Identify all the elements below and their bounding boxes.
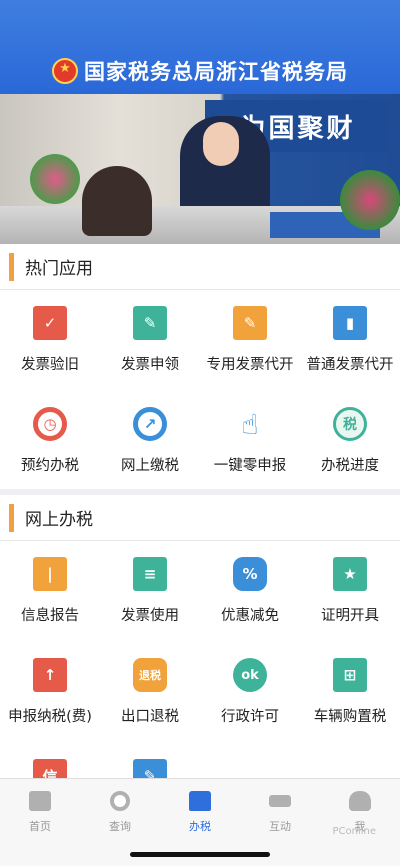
- app-header: 国家税务总局浙江省税务局: [0, 0, 400, 94]
- banner-flowers: [340, 170, 400, 230]
- tax-progress-icon: 税: [333, 407, 367, 441]
- app-label: 专用发票代开: [206, 357, 294, 373]
- app-invoice-use[interactable]: ≡ 发票使用: [100, 541, 200, 642]
- app-label: 行政许可: [221, 709, 279, 725]
- app-label: 一键零申报: [213, 458, 287, 474]
- discount-ticket-icon: %: [233, 557, 267, 591]
- app-label: 普通发票代开: [306, 357, 394, 373]
- credit-icon: 信: [33, 759, 67, 778]
- app-label: 证明开具: [321, 608, 379, 624]
- app-label: 出口退税: [121, 709, 179, 725]
- app-label: 申报纳税(费): [8, 709, 92, 725]
- app-label: 网上缴税: [121, 458, 179, 474]
- app-info-report[interactable]: | 信息报告: [0, 541, 100, 642]
- declare-icon: ↑: [33, 658, 67, 692]
- tax-emblem-icon: [52, 58, 78, 84]
- app-discount[interactable]: % 优惠减免: [200, 541, 300, 642]
- app-appointment[interactable]: ◷ 预约办税: [0, 391, 100, 492]
- edit-icon: ✎: [233, 306, 267, 340]
- invoice-use-icon: ≡: [133, 557, 167, 591]
- app-zero-declare[interactable]: ☝ 一键零申报: [200, 391, 300, 492]
- user-icon: [349, 791, 371, 811]
- section-title: 网上办税: [25, 510, 93, 530]
- app-admin-license[interactable]: ok 行政许可: [200, 642, 300, 743]
- certificate-icon: ★: [333, 557, 367, 591]
- document-icon: ▮: [333, 306, 367, 340]
- section-accent-bar: [9, 252, 14, 281]
- section-header: 热门应用: [0, 244, 400, 290]
- app-invoice-apply[interactable]: ✎ 发票申领: [100, 290, 200, 391]
- tab-label: 互动: [269, 820, 291, 833]
- home-icon: [189, 791, 211, 811]
- hero-banner[interactable]: 为国聚财: [0, 94, 400, 244]
- app-label: 预约办税: [21, 458, 79, 474]
- header-title-row: 国家税务总局浙江省税务局: [0, 54, 400, 88]
- home-monitor-icon: [29, 791, 51, 811]
- ok-icon: ok: [233, 658, 267, 692]
- watermark: PConline: [332, 826, 376, 837]
- tab-label: 办税: [189, 820, 211, 833]
- banner-customer-figure: [82, 166, 152, 236]
- info-report-icon: |: [33, 557, 67, 591]
- tab-me[interactable]: 我: [320, 779, 400, 866]
- form-edit-icon: ✎: [133, 759, 167, 778]
- app-vehicle-tax[interactable]: ⊞ 车辆购置税: [300, 642, 400, 743]
- vehicle-tax-icon: ⊞: [333, 658, 367, 692]
- compass-icon: ↗: [133, 407, 167, 441]
- app-declare-tax[interactable]: ↑ 申报纳税(费): [0, 642, 100, 743]
- clock-icon: ◷: [33, 407, 67, 441]
- app-special-invoice[interactable]: ✎ 专用发票代开: [200, 290, 300, 391]
- tap-hand-icon: ☝: [241, 407, 259, 441]
- app-certificate[interactable]: ★ 证明开具: [300, 541, 400, 642]
- tax-refund-icon: 退税: [133, 658, 167, 692]
- tab-label: 首页: [29, 820, 51, 833]
- banner-staff-face: [203, 122, 239, 166]
- home-indicator[interactable]: [130, 852, 270, 857]
- app-label: 办税进度: [321, 458, 379, 474]
- app-credit[interactable]: 信: [0, 743, 100, 778]
- app-tax-progress[interactable]: 税 办税进度: [300, 391, 400, 492]
- pen-icon: ✎: [133, 306, 167, 340]
- app-label: 发票使用: [121, 608, 179, 624]
- app-form-edit[interactable]: ✎: [100, 743, 200, 778]
- section-accent-bar: [9, 503, 14, 532]
- app-online-payment[interactable]: ↗ 网上缴税: [100, 391, 200, 492]
- app-label: 发票申领: [121, 357, 179, 373]
- app-label: 发票验旧: [21, 357, 79, 373]
- page-title: 国家税务总局浙江省税务局: [84, 60, 348, 84]
- app-export-refund[interactable]: 退税 出口退税: [100, 642, 200, 743]
- app-label: 车辆购置税: [313, 709, 387, 725]
- online-tax-grid: | 信息报告 ≡ 发票使用 % 优惠减免 ★ 证明开具 ↑ 申报纳税(费) 退税…: [0, 541, 400, 778]
- interact-icon: [269, 795, 291, 807]
- app-label: 信息报告: [21, 608, 79, 624]
- online-tax-section: 网上办税 | 信息报告 ≡ 发票使用 % 优惠减免 ★ 证明开具 ↑ 申报纳税(…: [0, 495, 400, 778]
- hot-apps-section: 热门应用 ✓ 发票验旧 ✎ 发票申领 ✎ 专用发票代开 ▮ 普通发票代开 ◷ 预…: [0, 244, 400, 489]
- app-invoice-check[interactable]: ✓ 发票验旧: [0, 290, 100, 391]
- app-general-invoice[interactable]: ▮ 普通发票代开: [300, 290, 400, 391]
- tab-home[interactable]: 首页: [0, 779, 80, 866]
- hot-apps-grid: ✓ 发票验旧 ✎ 发票申领 ✎ 专用发票代开 ▮ 普通发票代开 ◷ 预约办税 ↗…: [0, 290, 400, 492]
- banner-plant: [30, 154, 80, 204]
- search-icon: [110, 791, 130, 811]
- section-title: 热门应用: [25, 259, 93, 279]
- tab-label: 查询: [109, 820, 131, 833]
- invoice-check-icon: ✓: [33, 306, 67, 340]
- app-label: 优惠减免: [221, 608, 279, 624]
- section-header: 网上办税: [0, 495, 400, 541]
